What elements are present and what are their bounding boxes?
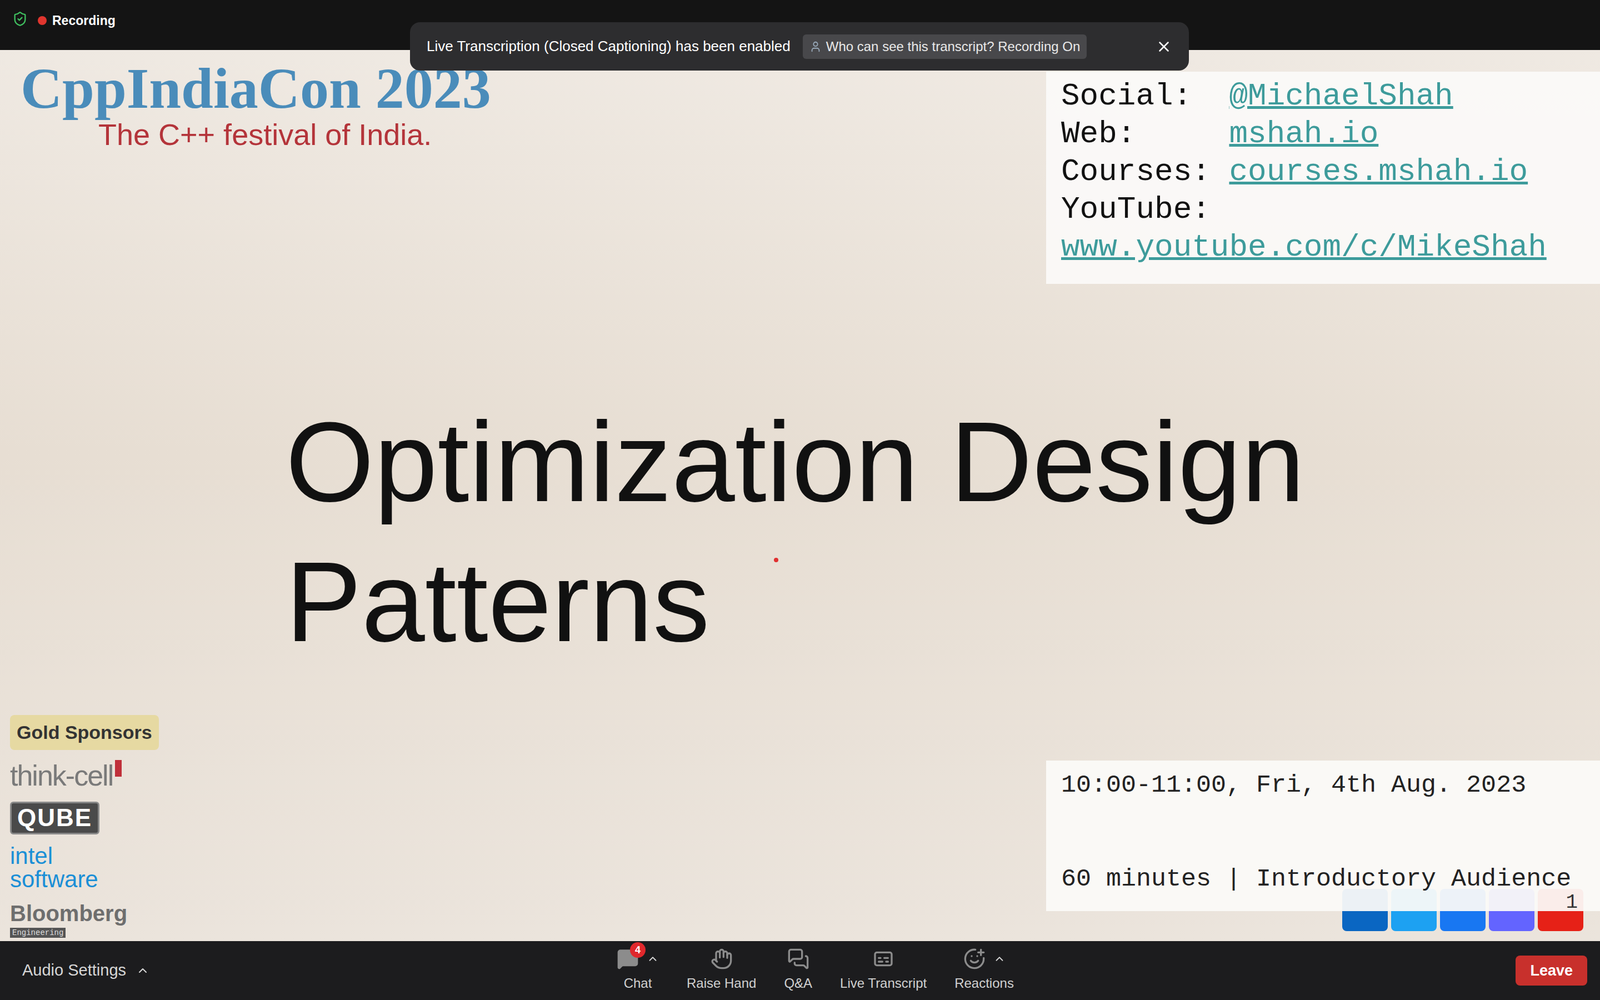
contact-link[interactable]: courses.mshah.io bbox=[1228, 152, 1528, 191]
sponsor-logo: think-cell bbox=[10, 760, 159, 792]
contact-link[interactable]: mshah.io bbox=[1228, 115, 1379, 153]
slide-title: Optimization Design Patterns bbox=[0, 391, 1389, 672]
audio-menu-caret-icon[interactable] bbox=[136, 963, 150, 978]
contact-row: Social:@MichaelShah bbox=[1061, 77, 1589, 115]
sponsor-logo: BloombergEngineering bbox=[10, 901, 159, 938]
shared-slide: CppIndiaCon 2023The C++ festival of Indi… bbox=[0, 50, 1600, 942]
toolbar-button[interactable]: Live Transcript bbox=[840, 947, 927, 994]
sponsor-logo: intelsoftware bbox=[10, 844, 159, 892]
schedule-time: 10:00-11:00, Fri, 4th Aug. 2023 bbox=[1061, 770, 1589, 801]
contact-row: YouTube:www.youtube.com/c/MikeShah bbox=[1061, 190, 1589, 267]
transcript-visibility-button[interactable]: Who can see this transcript? Recording O… bbox=[802, 34, 1088, 59]
audio-settings-button[interactable]: Audio Settings bbox=[22, 958, 127, 983]
captions-icon bbox=[872, 947, 895, 970]
laser-pointer bbox=[773, 557, 779, 563]
reactions-icon bbox=[963, 947, 986, 970]
zoom-window: Recording Live Transcription (Closed Capt… bbox=[0, 0, 1600, 1000]
schedule-area: 10:00-11:00, Fri, 4th Aug. 2023 60 minute… bbox=[1046, 760, 1600, 912]
sponsors-column: Gold Sponsors think-cell QUBE intelsoftware… bbox=[0, 715, 159, 942]
top-bar: RecordingLive Transcription (Closed Capt… bbox=[0, 0, 1600, 50]
contact-row: Web:mshah.io bbox=[1061, 115, 1589, 153]
chat-badge: 4 bbox=[630, 942, 646, 958]
toolbar-button[interactable]: 4Chat bbox=[616, 947, 659, 994]
menu-caret-icon[interactable] bbox=[646, 952, 659, 965]
toolbar-button[interactable]: Raise Hand bbox=[686, 947, 757, 994]
menu-caret-icon[interactable] bbox=[993, 952, 1006, 965]
contact-link[interactable]: @MichaelShah bbox=[1228, 77, 1453, 115]
close-icon[interactable] bbox=[1155, 38, 1173, 55]
security-shield-icon[interactable] bbox=[12, 11, 28, 27]
person-icon bbox=[809, 40, 822, 53]
raise-hand-icon bbox=[710, 947, 733, 970]
notification-banner: Live Transcription (Closed Captioning) h… bbox=[410, 22, 1189, 71]
contact-box: Social:@MichaelShahWeb:mshah.ioCourses:c… bbox=[1046, 71, 1600, 284]
leave-button[interactable]: Leave bbox=[1515, 955, 1588, 986]
audience-info: 60 minutes | Introductory Audience bbox=[1061, 864, 1589, 895]
schedule-box: 10:00-11:00, Fri, 4th Aug. 2023 60 minute… bbox=[1046, 760, 1600, 912]
sponsors-badge: Gold Sponsors bbox=[10, 715, 159, 750]
contact-row: Courses:courses.mshah.io bbox=[1061, 152, 1589, 191]
toolbar-button[interactable]: Reactions bbox=[954, 947, 1014, 994]
sponsor-logo: QUBE bbox=[10, 801, 100, 834]
meeting-toolbar: Audio Settings 4Chat Raise Hand Q&A Live Tra… bbox=[0, 941, 1600, 1000]
contact-link[interactable]: www.youtube.com/c/MikeShah bbox=[1061, 228, 1547, 267]
page-number: 1 bbox=[1565, 890, 1578, 915]
recording-dot bbox=[37, 16, 47, 25]
recording-indicator: Recording bbox=[37, 11, 116, 31]
qa-icon bbox=[787, 947, 810, 970]
toolbar-button[interactable]: Q&A bbox=[783, 947, 813, 994]
